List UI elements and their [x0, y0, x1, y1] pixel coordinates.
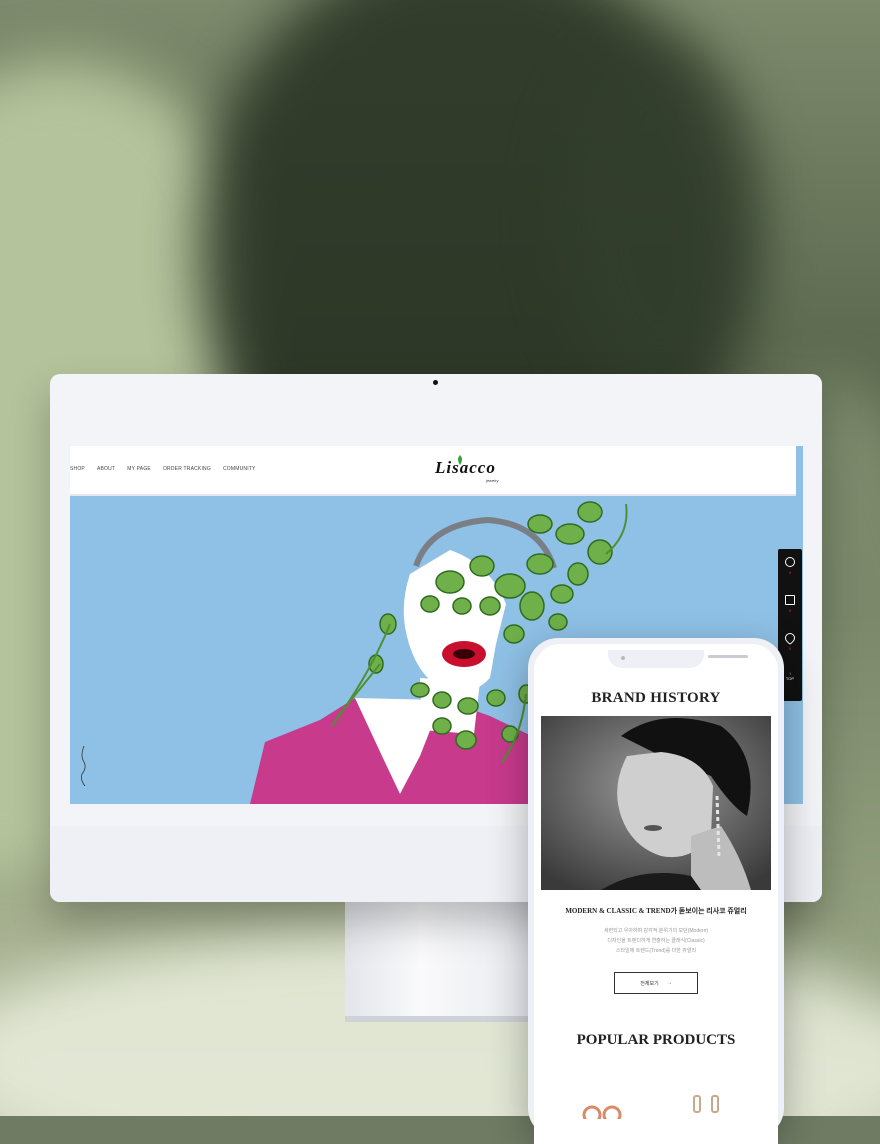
dock-top-label: TOP	[785, 676, 795, 681]
view-all-button[interactable]: 전체보기 →	[614, 972, 698, 994]
product-thumbnail-rings[interactable]	[580, 1099, 630, 1119]
site-logo-subtitle: jewelry	[486, 478, 499, 483]
front-camera	[621, 656, 625, 660]
view-all-label: 전체보기	[640, 980, 659, 987]
dock-recent[interactable]: 0	[778, 557, 802, 575]
clock-icon	[785, 557, 795, 567]
shopping-bag-icon	[785, 595, 795, 605]
arrow-right-icon: →	[666, 980, 672, 986]
nav-order-tracking[interactable]: ORDER TRACKING	[163, 466, 211, 472]
mobile-phone: BRAND HISTORY MODERN & CLASSIC & TREND가 …	[528, 638, 784, 1144]
popular-products-title: POPULAR PRODUCTS	[576, 1032, 736, 1048]
dock-cart[interactable]: 0	[778, 595, 802, 613]
heart-icon	[782, 630, 798, 646]
artist-signature	[81, 746, 86, 786]
logo-leaf-icon	[458, 455, 462, 465]
dock-wishlist[interactable]: 0	[778, 630, 802, 651]
brand-model-photo	[541, 716, 771, 890]
nav-community[interactable]: COMMUNITY	[223, 466, 256, 472]
brand-history-title: BRAND HISTORY	[591, 690, 721, 706]
main-nav: SHOP ABOUT MY PAGE ORDER TRACKING COMMUN…	[70, 466, 256, 472]
dock-recent-count: 0	[788, 570, 792, 575]
mobile-website-screen: BRAND HISTORY MODERN & CLASSIC & TREND가 …	[534, 644, 778, 1144]
product-thumbnail-earrings[interactable]	[688, 1092, 728, 1122]
brand-tagline: MODERN & CLASSIC & TREND가 돋보이는 리사코 쥬얼리	[565, 907, 747, 915]
site-header: SHOP ABOUT MY PAGE ORDER TRACKING COMMUN…	[70, 446, 796, 496]
monitor-stand-base	[345, 1016, 535, 1022]
monitor-stand	[345, 900, 535, 1020]
dock-cart-count: 0	[788, 608, 792, 613]
nav-about[interactable]: ABOUT	[97, 466, 115, 472]
dock-wishlist-count: 0	[788, 646, 792, 651]
site-logo[interactable]: Lisacco	[435, 458, 496, 478]
nav-shop[interactable]: SHOP	[70, 466, 85, 472]
brand-description: 세련되고 우아하며 감각적 분위기의 모던(Modern) 디자인을 트렌디하게…	[603, 928, 709, 954]
nav-my-page[interactable]: MY PAGE	[127, 466, 151, 472]
webcam	[433, 380, 438, 385]
